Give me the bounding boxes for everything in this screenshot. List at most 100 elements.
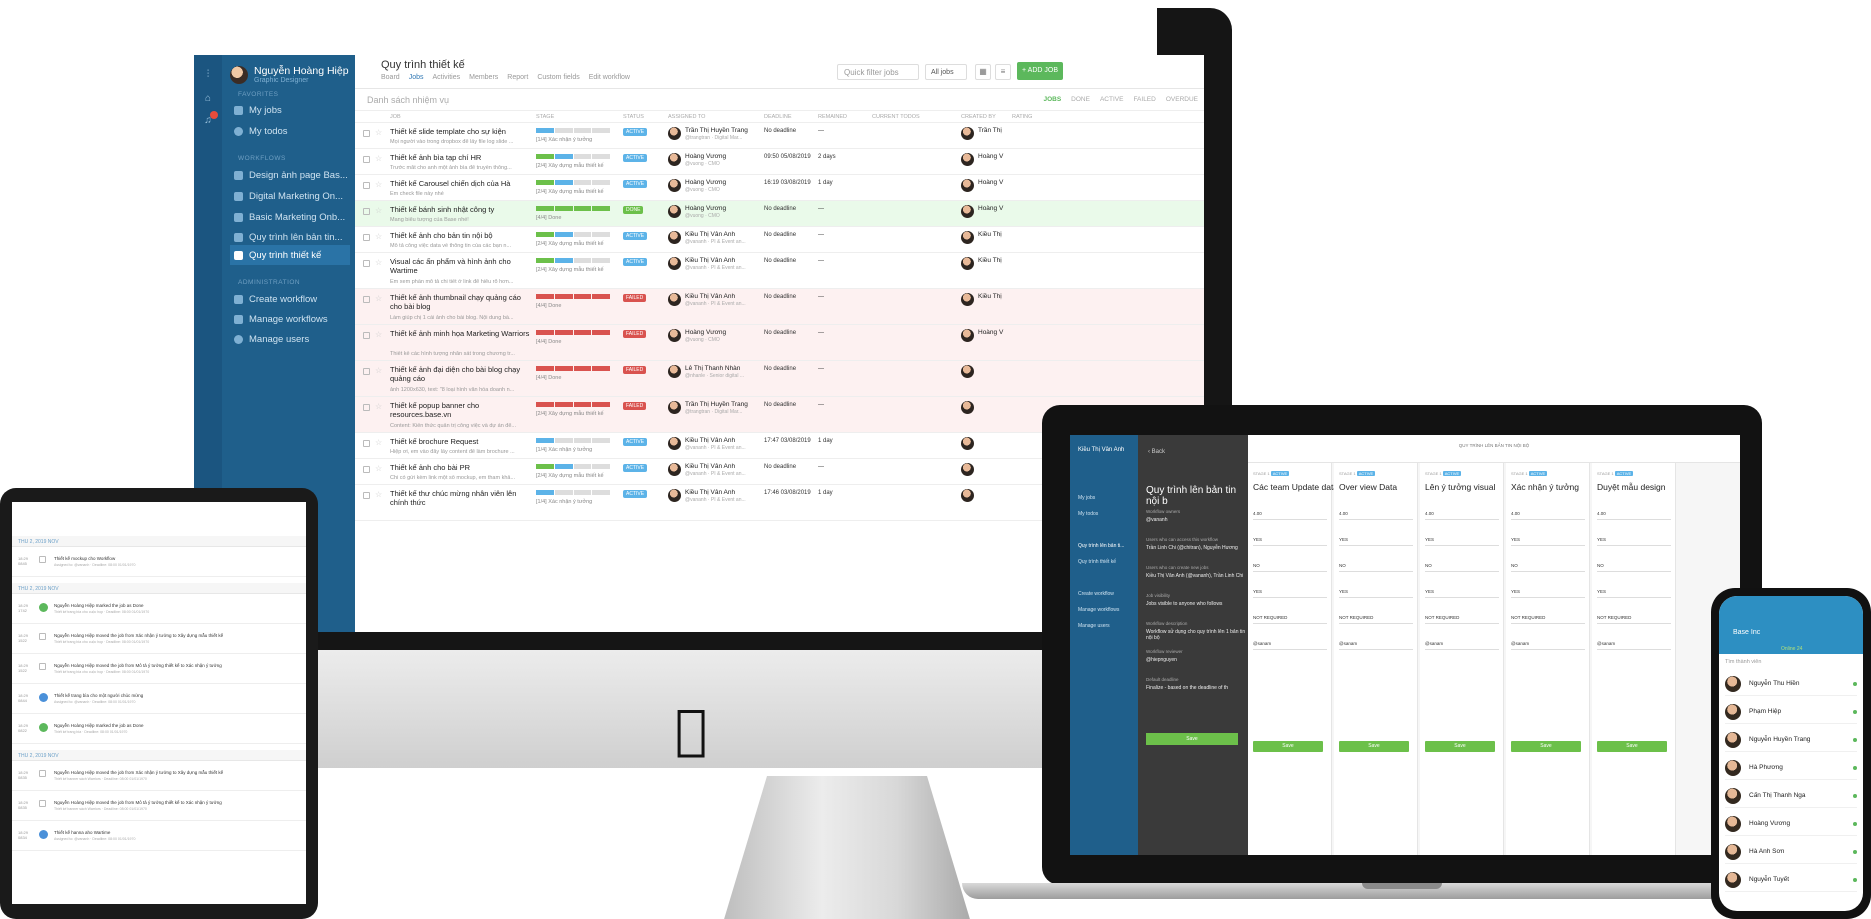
stage-field[interactable]: NOT REQUIRED: [1253, 615, 1327, 624]
user-profile[interactable]: Nguyễn Hoàng Hiệp Graphic Designer: [230, 65, 349, 84]
assignee[interactable]: Hoàng Vương @vuong · CMO: [668, 153, 726, 167]
feed-item[interactable]: 18:29 0844 Thiết kế trang bìa cho một ng…: [12, 684, 306, 714]
laptop-user-name[interactable]: Kiều Thị Vân Anh: [1078, 447, 1124, 453]
job-title[interactable]: Thiết kế brochure Request: [390, 437, 530, 446]
member-row[interactable]: Phạm Hiệp: [1725, 700, 1857, 724]
assignee[interactable]: Kiều Thị Vân Anh @vananh · PI & Event an…: [668, 437, 746, 451]
row-checkbox[interactable]: [363, 260, 370, 267]
save-button[interactable]: Save: [1425, 741, 1495, 752]
job-title[interactable]: Thiết kế ảnh cho bản tin nội bộ: [390, 231, 530, 240]
member-row[interactable]: Nguyễn Huyền Trang: [1725, 728, 1857, 752]
feed-item[interactable]: 18:29 0822 Nguyễn Hoàng Hiệp marked the …: [12, 714, 306, 744]
field-value[interactable]: @vananh: [1146, 517, 1167, 523]
row-checkbox[interactable]: [363, 234, 370, 241]
stage-field[interactable]: @sanam: [1425, 641, 1499, 650]
table-row[interactable]: ☆ Thiết kế ảnh cho bản tin nội bộ Mô tả …: [355, 227, 1204, 253]
sidebar-item-workflow[interactable]: Basic Marketing Onb...: [230, 207, 350, 227]
grid-view-icon[interactable]: ▦: [975, 64, 991, 80]
sidebar-item-my-jobs[interactable]: My jobs: [1078, 495, 1095, 501]
field-value[interactable]: @hiepnguyen: [1146, 657, 1177, 663]
stage-field[interactable]: NO: [1511, 563, 1585, 572]
job-title[interactable]: Thiết kế ảnh thumbnail chạy quảng cáo ch…: [390, 293, 530, 311]
save-button[interactable]: Save: [1146, 733, 1238, 745]
stage-title[interactable]: Xác nhận ý tưởng: [1511, 482, 1579, 492]
stage-field[interactable]: YES: [1511, 589, 1585, 598]
stage-title[interactable]: Duyệt mẫu design: [1597, 482, 1666, 492]
stage-field[interactable]: NO: [1253, 563, 1327, 572]
creator[interactable]: Hoàng V: [961, 329, 1003, 342]
star-icon[interactable]: ☆: [375, 180, 382, 189]
feed-item[interactable]: 18:29 1522 Nguyễn Hoàng Hiệp moved the j…: [12, 624, 306, 654]
stage-field[interactable]: NOT REQUIRED: [1597, 615, 1671, 624]
row-checkbox[interactable]: [363, 492, 370, 499]
job-title[interactable]: Thiết kế bánh sinh nhật công ty: [390, 205, 530, 214]
row-checkbox[interactable]: [363, 156, 370, 163]
feed-item[interactable]: 18:29 0845 Thiết kế mockup cho Workflow …: [12, 547, 306, 577]
stage-field[interactable]: 4.00: [1511, 511, 1585, 520]
job-title[interactable]: Thiết kế ảnh bìa tạp chí HR: [390, 153, 530, 162]
sidebar-item-workflow[interactable]: Quy trình lên bản tin...: [230, 227, 350, 247]
member-row[interactable]: Hoàng Vương: [1725, 812, 1857, 836]
all-jobs-select[interactable]: All jobs: [925, 64, 967, 80]
filter-done[interactable]: DONE: [1071, 96, 1090, 103]
creator[interactable]: Hoàng V: [961, 205, 1003, 218]
sidebar-item-my-todos[interactable]: My todos: [1078, 511, 1098, 517]
sidebar-item-workflow-active[interactable]: Quy trình lên bản ti...: [1078, 543, 1124, 549]
tab-activities[interactable]: Activities: [432, 74, 460, 81]
sidebar-item-manage-workflows[interactable]: Manage workflows: [1078, 607, 1119, 613]
sidebar-item-my-todos[interactable]: My todos: [230, 121, 350, 141]
field-value[interactable]: Workflow sử dụng cho quy trình lên 1 bản…: [1146, 629, 1248, 641]
feed-item[interactable]: 18:29 1522 Nguyễn Hoàng Hiệp moved the j…: [12, 654, 306, 684]
job-title[interactable]: Thiết kế ảnh đại diện cho bài blog chạy …: [390, 365, 530, 383]
list-view-icon[interactable]: ≡: [995, 64, 1011, 80]
assignee[interactable]: Kiều Thị Vân Anh @vananh · PI & Event an…: [668, 293, 746, 307]
star-icon[interactable]: ☆: [375, 232, 382, 241]
tab-board[interactable]: Board: [381, 74, 400, 81]
tab-jobs[interactable]: Jobs: [409, 74, 424, 81]
row-checkbox[interactable]: [363, 368, 370, 375]
creator[interactable]: [961, 401, 978, 414]
tab-edit-workflow[interactable]: Edit workflow: [589, 74, 630, 81]
row-checkbox[interactable]: [363, 466, 370, 473]
member-row[interactable]: Nguyễn Tuyết: [1725, 868, 1857, 892]
save-button[interactable]: Save: [1339, 741, 1409, 752]
job-title[interactable]: Thiết kế slide template cho sự kiện: [390, 127, 530, 136]
member-search-input[interactable]: Tìm thành viên: [1725, 659, 1761, 665]
assignee[interactable]: Kiều Thị Vân Anh @vananh · PI & Event an…: [668, 489, 746, 503]
assignee[interactable]: Kiều Thị Vân Anh @vananh · PI & Event an…: [668, 257, 746, 271]
stage-field[interactable]: 4.00: [1597, 511, 1671, 520]
star-icon[interactable]: ☆: [375, 258, 382, 267]
stage-field[interactable]: YES: [1339, 589, 1413, 598]
star-icon[interactable]: ☆: [375, 490, 382, 499]
stage-field[interactable]: YES: [1597, 589, 1671, 598]
assignee[interactable]: Hoàng Vương @vuong · CMO: [668, 205, 726, 219]
creator[interactable]: [961, 437, 978, 450]
stage-field[interactable]: @sanam: [1339, 641, 1413, 650]
stage-field[interactable]: NOT REQUIRED: [1339, 615, 1413, 624]
creator[interactable]: Hoàng V: [961, 179, 1003, 192]
star-icon[interactable]: ☆: [375, 366, 382, 375]
save-button[interactable]: Save: [1511, 741, 1581, 752]
stage-field[interactable]: NOT REQUIRED: [1511, 615, 1585, 624]
stage-field[interactable]: YES: [1425, 589, 1499, 598]
sidebar-item-manage-workflows[interactable]: Manage workflows: [230, 309, 350, 329]
tab-report[interactable]: Report: [507, 74, 528, 81]
feed-item[interactable]: 18:29 0835 Nguyễn Hoàng Hiệp moved the j…: [12, 761, 306, 791]
table-row[interactable]: ☆ Thiết kế ảnh bìa tạp chí HR Trước mắt …: [355, 149, 1204, 175]
assignee[interactable]: Trần Thị Huyền Trang @trangtran · Digita…: [668, 127, 748, 141]
stage-field[interactable]: 4.00: [1339, 511, 1413, 520]
stage-field[interactable]: YES: [1339, 537, 1413, 546]
star-icon[interactable]: ☆: [375, 154, 382, 163]
sidebar-item-create-workflow[interactable]: Create workflow: [230, 289, 350, 309]
job-title[interactable]: Thiết kế ảnh cho bài PR: [390, 463, 530, 472]
table-row[interactable]: ☆ Thiết kế bánh sinh nhật công ty Mang b…: [355, 201, 1204, 227]
home-icon[interactable]: ⌂: [202, 93, 214, 105]
save-button[interactable]: Save: [1597, 741, 1667, 752]
sidebar-item-manage-users[interactable]: Manage users: [1078, 623, 1110, 629]
member-row[interactable]: Hà Anh Sơn: [1725, 840, 1857, 864]
stage-title[interactable]: Over view Data: [1339, 482, 1397, 492]
tab-custom-fields[interactable]: Custom fields: [537, 74, 579, 81]
row-checkbox[interactable]: [363, 404, 370, 411]
stage-field[interactable]: NOT REQUIRED: [1425, 615, 1499, 624]
table-row[interactable]: ☆ Visual các ấn phẩm và hình ảnh cho War…: [355, 253, 1204, 289]
